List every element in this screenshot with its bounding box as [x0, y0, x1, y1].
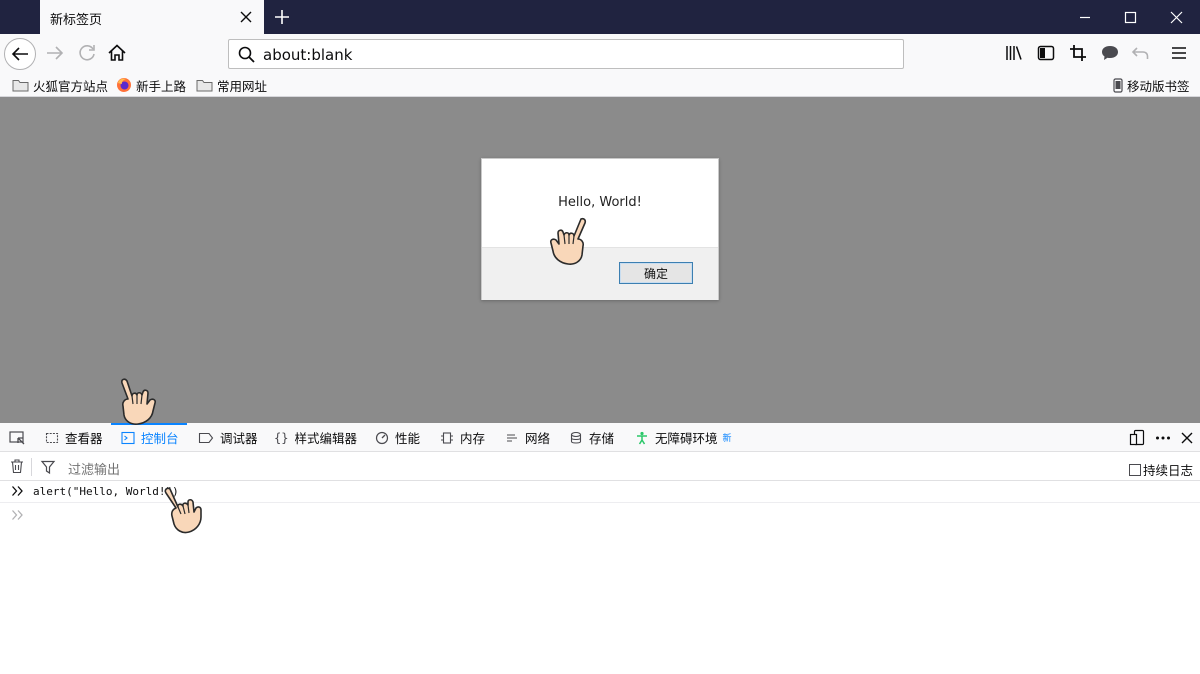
console-icon: [121, 431, 135, 445]
speech-bubble-icon[interactable]: [1097, 40, 1123, 66]
tab-storage[interactable]: 存储: [569, 423, 614, 452]
storage-icon: [569, 431, 583, 445]
bookmarks-toolbar: 火狐官方站点 新手上路 常用网址 移动版书签: [0, 73, 1200, 97]
filter-input[interactable]: 过滤输出: [68, 459, 120, 478]
bookmark-folder-official[interactable]: 火狐官方站点: [12, 76, 108, 94]
bookmark-mobile[interactable]: 移动版书签: [1113, 76, 1190, 94]
pointing-hand-icon: [111, 377, 159, 431]
tab-inspector[interactable]: 查看器: [45, 423, 103, 452]
tab-label: 存储: [589, 431, 615, 446]
home-icon[interactable]: [104, 40, 130, 66]
bookmark-label: 常用网址: [217, 78, 268, 94]
divider: [31, 458, 32, 476]
tab-close-icon[interactable]: [234, 5, 258, 29]
firefox-icon: [116, 77, 132, 93]
trash-icon[interactable]: [9, 458, 25, 474]
tab-memory[interactable]: 内存: [440, 423, 485, 452]
tab-label: 无障碍环境: [655, 431, 718, 446]
console-filter-bar: 过滤输出 持续日志: [0, 453, 1200, 481]
forward-arrow-icon[interactable]: [42, 40, 68, 66]
network-icon: [505, 431, 519, 445]
prompt-chevron-icon: [11, 509, 25, 521]
url-bar[interactable]: about:blank: [228, 39, 904, 69]
persist-logs-toggle[interactable]: 持续日志: [1129, 460, 1193, 479]
persist-logs-label: 持续日志: [1143, 463, 1194, 478]
tab-accessibility[interactable]: 无障碍环境 新: [635, 423, 732, 452]
bookmark-label: 移动版书签: [1127, 78, 1190, 94]
accessibility-icon: [635, 431, 649, 445]
back-arrow-icon[interactable]: [4, 38, 36, 70]
pointing-hand-icon: [547, 217, 595, 271]
bookmark-folder-common[interactable]: 常用网址: [196, 76, 267, 94]
sidebar-icon[interactable]: [1033, 40, 1059, 66]
undo-arrow-icon[interactable]: [1128, 40, 1154, 66]
tab-label: 网络: [525, 431, 551, 446]
maximize-icon[interactable]: [1108, 0, 1154, 34]
alert-message: Hello, World!: [558, 195, 642, 210]
tab-performance[interactable]: 性能: [375, 423, 420, 452]
inspector-icon: [45, 431, 59, 445]
devtools-panel: 查看器 控制台 调试器 {} 样式编辑器 性能 内存 网络 存储 无障碍环境 新…: [0, 423, 1200, 674]
alert-dialog: Hello, World! 确定: [481, 158, 719, 300]
bookmark-getting-started[interactable]: 新手上路: [116, 76, 186, 94]
tab-label: 查看器: [65, 431, 103, 446]
tab-style-editor[interactable]: {} 样式编辑器: [274, 423, 357, 452]
tab-label: 内存: [460, 431, 486, 446]
alert-footer: 确定: [482, 247, 718, 300]
tab-debugger[interactable]: 调试器: [198, 423, 258, 452]
search-icon: [237, 45, 257, 65]
bookmark-label: 火狐官方站点: [33, 78, 109, 94]
console-command: alert("Hello, World!"): [33, 485, 179, 498]
braces-icon: {}: [274, 430, 289, 445]
tab-new-tab[interactable]: 新标签页: [40, 0, 264, 34]
url-text: about:blank: [263, 46, 353, 64]
element-picker-icon[interactable]: [8, 429, 26, 447]
library-icon[interactable]: [1001, 40, 1027, 66]
folder-icon: [196, 78, 213, 92]
folder-icon: [12, 78, 29, 92]
performance-icon: [375, 431, 389, 445]
bookmark-label: 新手上路: [136, 78, 187, 94]
new-tab-plus-icon[interactable]: [268, 3, 296, 31]
responsive-design-icon[interactable]: [1129, 429, 1147, 447]
chevron-double-right-icon: [11, 485, 25, 497]
tab-label: 性能: [395, 431, 421, 446]
mobile-phone-icon: [1113, 77, 1123, 93]
tab-label: 样式编辑器: [294, 431, 357, 446]
window-close-icon[interactable]: [1154, 0, 1200, 34]
filter-funnel-icon: [40, 459, 56, 475]
hamburger-menu-icon[interactable]: [1166, 40, 1192, 66]
tab-label: 调试器: [220, 431, 258, 446]
minimize-icon[interactable]: [1062, 0, 1108, 34]
navigation-bar: about:blank: [0, 34, 1200, 73]
devtools-toolbar: 查看器 控制台 调试器 {} 样式编辑器 性能 内存 网络 存储 无障碍环境 新: [0, 423, 1200, 452]
tab-network[interactable]: 网络: [505, 423, 550, 452]
debugger-icon: [198, 431, 214, 445]
title-bar: 新标签页: [0, 0, 1200, 34]
more-options-icon[interactable]: [1154, 429, 1172, 447]
reload-icon[interactable]: [74, 40, 100, 66]
new-badge: 新: [722, 434, 732, 444]
screenshot-crop-icon[interactable]: [1065, 40, 1091, 66]
pointing-hand-icon: [160, 486, 208, 540]
persist-logs-checkbox[interactable]: [1129, 463, 1141, 476]
devtools-close-icon[interactable]: [1178, 429, 1196, 447]
tab-title: 新标签页: [50, 13, 103, 28]
page-content: Hello, World! 确定: [0, 97, 1200, 423]
memory-icon: [440, 431, 454, 445]
ok-button[interactable]: 确定: [619, 262, 693, 284]
